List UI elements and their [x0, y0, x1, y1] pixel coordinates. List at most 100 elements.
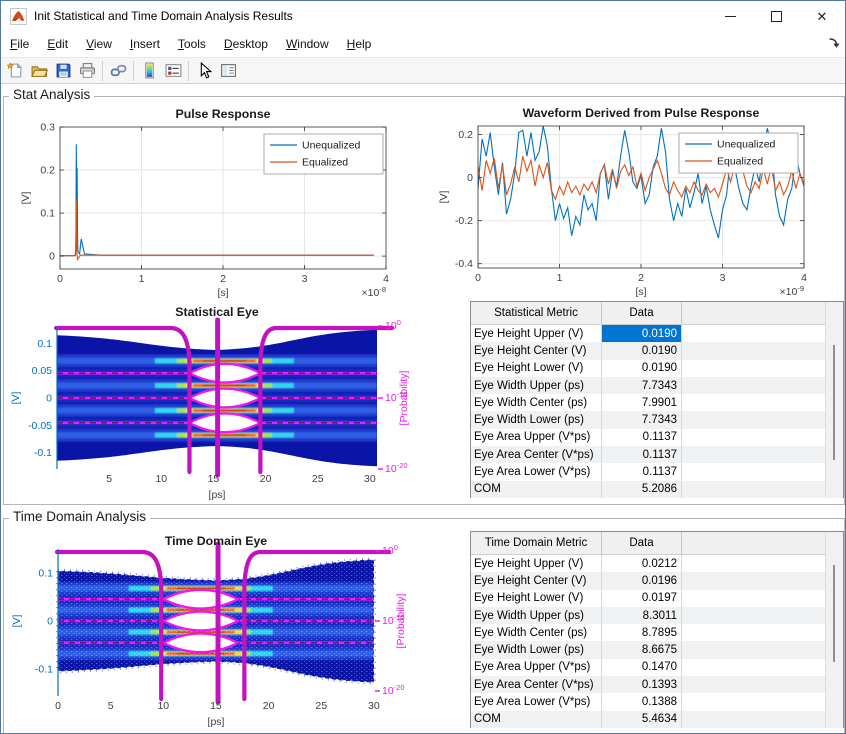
y-tick-labels: 0.10.050-0.05-0.1 [28, 338, 52, 459]
minimize-button[interactable] [707, 1, 753, 31]
stat-table-metric-cell[interactable]: Eye Width Lower (ps) [471, 411, 602, 428]
stat-table-metric-cell[interactable]: Eye Area Upper (V*ps) [471, 429, 602, 446]
svg-text:0.1: 0.1 [37, 338, 52, 350]
stat-table-metric-cell[interactable]: Eye Width Center (ps) [471, 394, 602, 411]
td-table-header-data: Data [602, 532, 682, 554]
svg-text:0: 0 [55, 700, 61, 712]
td-table-row: COM5.4634 [471, 711, 843, 728]
svg-text:10-20: 10-20 [385, 461, 408, 475]
menu-item-desktop[interactable]: Desktop [215, 33, 277, 55]
svg-text:30: 30 [364, 473, 376, 485]
stat-table-metric-cell[interactable]: Eye Height Center (V) [471, 342, 602, 359]
menu-item-window[interactable]: Window [277, 33, 338, 55]
td-table-data-cell[interactable]: 0.1393 [602, 676, 682, 693]
td-table-scrollbar[interactable] [825, 532, 843, 727]
td-table-header-metric: Time Domain Metric [471, 532, 602, 554]
td-table-data-cell[interactable]: 0.0197 [602, 590, 682, 607]
td-table-data-cell[interactable]: 8.7895 [602, 624, 682, 641]
y-axis-label: [V] [20, 192, 32, 205]
chart-title: Pulse Response [176, 107, 271, 121]
td-table-metric-cell[interactable]: COM [471, 711, 602, 728]
stat-table-data-cell[interactable]: 0.1137 [602, 446, 682, 463]
stat-table-data-cell[interactable]: 7.7343 [602, 411, 682, 428]
print-figure-button[interactable] [75, 60, 99, 82]
new-figure-button[interactable] [3, 60, 27, 82]
td-table-data-cell[interactable]: 5.4634 [602, 711, 682, 728]
stat-table-data-cell[interactable]: 7.7343 [602, 377, 682, 394]
td-table-data-cell[interactable]: 0.1388 [602, 693, 682, 710]
menu-bar: FileEditViewInsertToolsDesktopWindowHelp [1, 31, 845, 58]
td-table-metric-cell[interactable]: Eye Area Upper (V*ps) [471, 659, 602, 676]
td-table-data-cell[interactable]: 0.0212 [602, 555, 682, 572]
svg-text:0: 0 [46, 393, 52, 405]
svg-text:-0.1: -0.1 [34, 447, 52, 459]
stat-table-metric-cell[interactable]: Eye Width Upper (ps) [471, 377, 602, 394]
x-axis-exponent: ×10-8 [362, 285, 386, 299]
x-tick-labels: 51015202530 [106, 473, 376, 485]
close-button[interactable]: ✕ [799, 1, 845, 31]
td-table-data-cell[interactable]: 0.1470 [602, 659, 682, 676]
probability-axis-label: [Probability] [395, 593, 407, 648]
maximize-button[interactable] [753, 1, 799, 31]
save-figure-button[interactable] [51, 60, 75, 82]
svg-text:0: 0 [57, 273, 63, 285]
stat-table-metric-cell[interactable]: Eye Height Lower (V) [471, 360, 602, 377]
td-table-data-cell[interactable]: 8.3011 [602, 607, 682, 624]
td-table-metric-cell[interactable]: Eye Area Lower (V*ps) [471, 693, 602, 710]
menu-item-edit[interactable]: Edit [38, 33, 77, 55]
svg-text:0: 0 [47, 616, 53, 628]
td-table-data-cell[interactable]: 0.0196 [602, 572, 682, 589]
td-table-metric-cell[interactable]: Eye Width Lower (ps) [471, 641, 602, 658]
stat-table-metric-cell[interactable]: Eye Area Lower (V*ps) [471, 463, 602, 480]
svg-text:0: 0 [467, 172, 473, 184]
y-tick-labels: 0.10-0.1 [35, 568, 53, 676]
td-table-data-cell[interactable]: 8.6675 [602, 641, 682, 658]
svg-text:Equalized: Equalized [302, 157, 348, 169]
svg-text:0.2: 0.2 [458, 129, 473, 141]
td-table-metric-cell[interactable]: Eye Height Lower (V) [471, 590, 602, 607]
menu-item-insert[interactable]: Insert [121, 33, 169, 55]
svg-text:2: 2 [220, 273, 226, 285]
svg-text:0.1: 0.1 [38, 568, 53, 580]
stat-table-data-cell[interactable]: 0.1137 [602, 463, 682, 480]
menu-item-help[interactable]: Help [338, 33, 381, 55]
stat-table-metric-cell[interactable]: COM [471, 481, 602, 498]
stat-table-metric-cell[interactable]: Eye Height Upper (V) [471, 325, 602, 342]
stat-table-data-cell[interactable]: 0.0190 [602, 360, 682, 377]
td-table-metric-cell[interactable]: Eye Width Center (ps) [471, 624, 602, 641]
svg-text:25: 25 [315, 700, 327, 712]
link-plot-button[interactable] [106, 60, 130, 82]
td-table-row: Eye Width Upper (ps)8.3011 [471, 607, 843, 624]
menu-item-tools[interactable]: Tools [169, 33, 215, 55]
stat-table-scrollbar-thumb[interactable] [833, 345, 835, 460]
dock-arrow-icon[interactable] [828, 37, 841, 50]
stat-table-data-cell[interactable]: 5.2086 [602, 481, 682, 498]
td-table-metric-cell[interactable]: Eye Width Upper (ps) [471, 607, 602, 624]
stat-table-data-cell[interactable]: 0.1137 [602, 429, 682, 446]
menu-item-view[interactable]: View [77, 33, 121, 55]
svg-text:3: 3 [720, 272, 726, 284]
stat-table-data-cell[interactable]: 0.0190 [602, 325, 682, 342]
svg-text:15: 15 [208, 473, 220, 485]
stat-table-metric-cell[interactable]: Eye Area Center (V*ps) [471, 446, 602, 463]
insert-legend-button[interactable] [161, 60, 185, 82]
open-file-button[interactable] [27, 60, 51, 82]
td-table-row: Eye Area Upper (V*ps)0.1470 [471, 659, 843, 676]
probability-axis-label: [Probability] [398, 370, 410, 425]
link-plot-icon [110, 62, 127, 79]
svg-text:20: 20 [263, 700, 275, 712]
td-table-metric-cell[interactable]: Eye Area Center (V*ps) [471, 676, 602, 693]
stat-table-data-cell[interactable]: 0.0190 [602, 342, 682, 359]
property-inspector-button[interactable] [216, 60, 240, 82]
td-table-metric-cell[interactable]: Eye Height Upper (V) [471, 555, 602, 572]
svg-text:5: 5 [106, 473, 112, 485]
edit-plot-button[interactable] [192, 60, 216, 82]
stat-table-scrollbar[interactable] [825, 302, 843, 497]
new-figure-icon [7, 62, 24, 79]
insert-colorbar-button[interactable] [137, 60, 161, 82]
td-table-scrollbar-thumb[interactable] [833, 565, 835, 662]
pulse-response-chart: 0123400.10.20.3[s]×10-8[V]Pulse Response… [1, 97, 431, 301]
td-table-metric-cell[interactable]: Eye Height Center (V) [471, 572, 602, 589]
stat-table-data-cell[interactable]: 7.9901 [602, 394, 682, 411]
menu-item-file[interactable]: File [1, 33, 38, 55]
